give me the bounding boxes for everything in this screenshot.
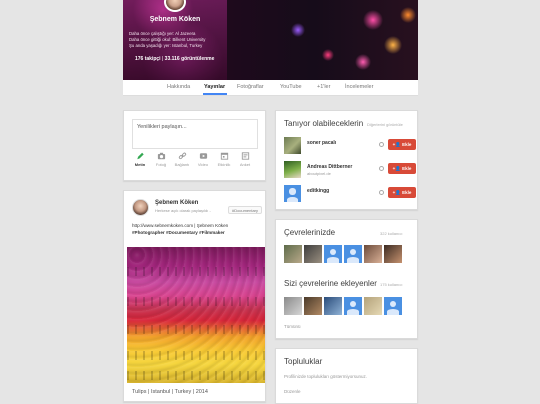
follower-avatar[interactable]: [344, 297, 362, 315]
share-text-button[interactable]: Metin: [131, 152, 149, 167]
dismiss-icon[interactable]: [379, 190, 384, 195]
camera-icon: [157, 152, 165, 160]
suggestions-title: Tanıyor olabileceklerin: [284, 119, 364, 128]
add-person-icon: +👤: [392, 166, 403, 171]
profile-avatar[interactable]: [164, 0, 186, 12]
communities-title: Topluluklar: [284, 357, 323, 366]
circles-card: Çevrelerinizde 322 kullanıcı Sizi çevrel…: [275, 219, 418, 339]
follower-avatar[interactable]: [364, 297, 382, 315]
suggestion-avatar[interactable]: [284, 161, 301, 178]
tab-about[interactable]: Hakkında: [167, 84, 190, 90]
dismiss-icon[interactable]: [379, 142, 384, 147]
suggestion-item: soner pacalı +👤 Ekle: [284, 137, 416, 154]
profile-tabs: Hakkında Yayınlar Fotoğraflar YouTube +1…: [123, 80, 418, 96]
suggestions-card: Tanıyor olabileceklerin Diğerlerini görü…: [275, 110, 418, 210]
share-poll-button[interactable]: Anket: [236, 152, 254, 167]
communities-edit-link[interactable]: Düzenle: [284, 389, 301, 394]
share-input[interactable]: Yenilikleri paylaşın...: [132, 119, 258, 149]
post-photo[interactable]: [127, 247, 265, 383]
video-icon: [199, 153, 207, 159]
post-author-avatar[interactable]: [132, 199, 149, 216]
suggestion-name[interactable]: editkingg: [307, 188, 329, 194]
circle-member-avatar[interactable]: [344, 245, 362, 263]
post-hashtag-chip[interactable]: #Documentary: [228, 206, 263, 214]
profile-school: Daha önce gittiği okul: Bilkent Universi…: [129, 37, 206, 42]
calendar-icon: [220, 152, 228, 160]
follower-avatar[interactable]: [324, 297, 342, 315]
circle-member-avatar[interactable]: [324, 245, 342, 263]
post-hashtags[interactable]: #Photographer #Documentary #Filmmaker: [132, 230, 225, 235]
post-caption: Tulips | Istanbul | Turkey | 2014: [132, 389, 208, 395]
share-photo-button[interactable]: Fotoğ: [152, 152, 170, 167]
stats-separator: |: [161, 56, 164, 62]
share-link-button[interactable]: Bağlantı: [173, 152, 191, 167]
added-by-avatars: [284, 297, 414, 315]
follower-avatar[interactable]: [384, 297, 402, 315]
suggestion-website: aboutpixel.de: [307, 170, 331, 176]
communities-empty-text: Profilinizde toplulukları göstermiyorsun…: [284, 374, 368, 379]
post-visibility: Herkese açık olarak paylaşıldı -: [155, 208, 211, 213]
circle-member-avatar[interactable]: [384, 245, 402, 263]
follower-avatar[interactable]: [284, 297, 302, 315]
photo-texture: [127, 267, 265, 276]
tab-photos[interactable]: Fotoğraflar: [237, 84, 264, 90]
communities-card: Topluluklar Profilinizde toplulukları gö…: [275, 348, 418, 404]
added-by-title[interactable]: Sizi çevrelerine ekleyenler: [284, 279, 377, 288]
post-card: Şebnem Köken Herkese açık olarak paylaşı…: [123, 190, 266, 402]
link-icon: [178, 152, 186, 160]
post-link-text[interactable]: http://www.sebnemkoken.com | Şebnem Köke…: [132, 223, 228, 228]
tab-posts[interactable]: Yayınlar: [204, 84, 225, 90]
share-event-button[interactable]: Etkinlik: [215, 152, 233, 167]
add-to-circles-button[interactable]: +👤 Ekle: [388, 187, 416, 198]
poll-icon: [241, 152, 249, 160]
post-author-name[interactable]: Şebnem Köken: [155, 200, 198, 206]
suggestions-view-more[interactable]: Diğerlerini görüntüle: [367, 122, 403, 127]
tab-plusones[interactable]: +1'ler: [317, 84, 330, 90]
suggestion-item: Andreas Dittberner aboutpixel.de +👤 Ekle: [284, 161, 416, 178]
tab-youtube[interactable]: YouTube: [280, 84, 302, 90]
profile-name: Şebnem Köken: [149, 16, 201, 23]
profile-cover: Şebnem Köken Daha önce çalıştığı yer: Al…: [123, 0, 418, 80]
add-to-circles-button[interactable]: +👤 Ekle: [388, 163, 416, 174]
added-by-count: 175 kullanıcı: [380, 282, 403, 287]
pencil-icon: [136, 152, 144, 160]
profile-work: Daha önce çalıştığı yer: Al Jazeera: [129, 31, 196, 36]
circles-title[interactable]: Çevrelerinizde: [284, 228, 335, 237]
suggestion-item: editkingg +👤 Ekle: [284, 185, 416, 202]
photo-texture: [127, 351, 265, 360]
active-tab-indicator: [203, 93, 227, 95]
views-count: 33.116 görüntülenme: [164, 56, 215, 62]
share-actions: Metin Fotoğ Bağlantı Video Etkinlik Anke…: [132, 152, 262, 180]
dismiss-icon[interactable]: [379, 166, 384, 171]
circle-member-avatar[interactable]: [284, 245, 302, 263]
add-to-circles-button[interactable]: +👤 Ekle: [388, 139, 416, 150]
suggestion-avatar[interactable]: [284, 185, 301, 202]
profile-location: Şu anda yaşadığı yer: Istanbul, Turkey: [129, 43, 203, 48]
profile-info-panel: Şebnem Köken Daha önce çalıştığı yer: Al…: [123, 0, 227, 80]
share-box: Yenilikleri paylaşın... Metin Fotoğ Bağl…: [123, 110, 266, 181]
suggestion-name[interactable]: soner pacalı: [307, 140, 336, 146]
photo-texture: [127, 325, 265, 334]
profile-stats: 176 takipçi | 33.116 görüntülenme: [135, 56, 214, 62]
add-person-icon: +👤: [392, 142, 403, 147]
add-person-icon: +👤: [392, 190, 403, 195]
added-by-see-all[interactable]: Tümünü: [284, 324, 301, 329]
photo-texture: [127, 371, 265, 380]
follower-avatar[interactable]: [304, 297, 322, 315]
followers-count[interactable]: 176 takipçi: [135, 56, 161, 62]
circles-avatars: [284, 245, 414, 263]
circle-member-avatar[interactable]: [364, 245, 382, 263]
circles-count: 322 kullanıcı: [380, 231, 403, 236]
circle-member-avatar[interactable]: [304, 245, 322, 263]
photo-texture: [127, 297, 265, 306]
tab-reviews[interactable]: İncelemeler: [345, 84, 373, 90]
suggestion-avatar[interactable]: [284, 137, 301, 154]
share-video-button[interactable]: Video: [194, 152, 212, 167]
suggestion-name[interactable]: Andreas Dittberner: [307, 164, 352, 170]
